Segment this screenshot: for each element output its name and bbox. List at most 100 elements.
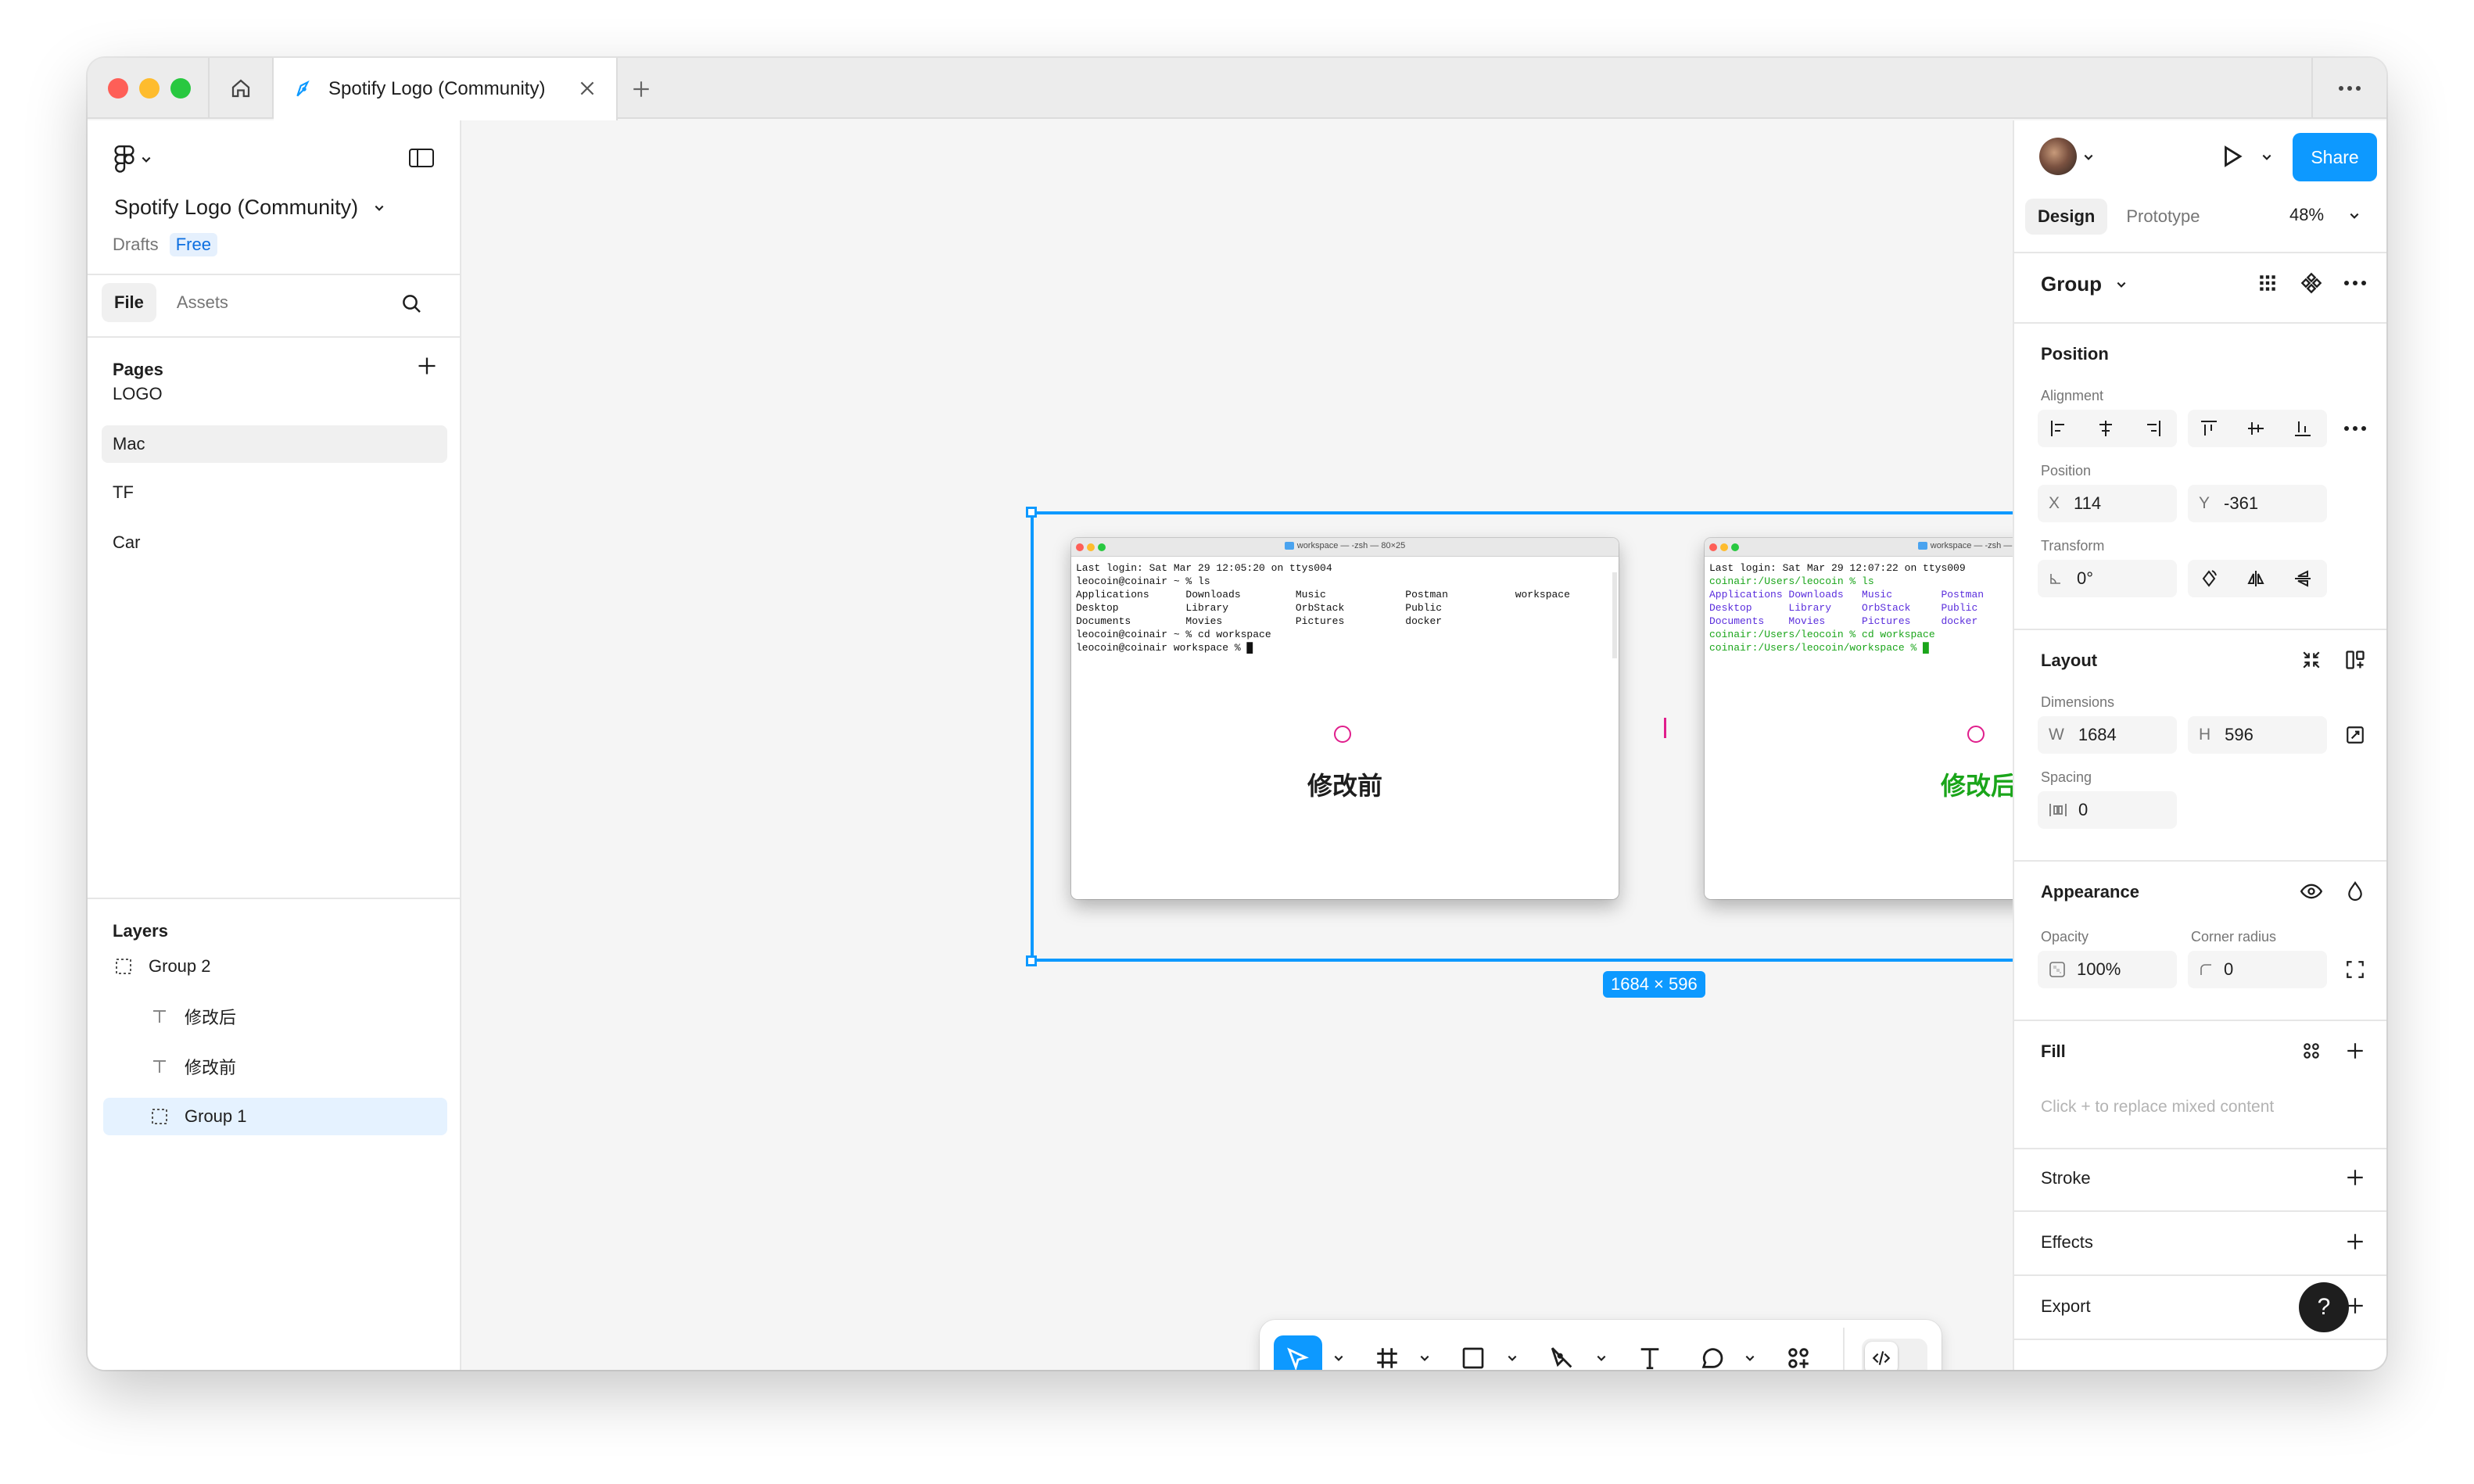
fill-styles-button[interactable]	[2293, 1032, 2330, 1070]
sidebar-icon	[409, 149, 434, 167]
flip-horizontal-icon[interactable]	[2246, 569, 2266, 588]
new-tab-button[interactable]	[627, 75, 655, 103]
chevron-down-icon[interactable]	[2261, 152, 2272, 163]
export-heading: Export	[2041, 1296, 2091, 1316]
pen-tool-button[interactable]	[1536, 1320, 1588, 1370]
chevron-down-icon	[2350, 213, 2359, 220]
main-menu-button[interactable]	[114, 145, 152, 174]
constrain-proportions-button[interactable]	[2336, 716, 2374, 754]
terminal-before[interactable]: workspace — -zsh — 80×25 Last login: Sat…	[1071, 538, 1619, 899]
selection-type[interactable]: Group	[2041, 272, 2127, 296]
opacity-input[interactable]: 100%	[2038, 951, 2177, 988]
move-tool-button[interactable]	[1274, 1335, 1322, 1370]
independent-corners-icon	[2347, 961, 2364, 978]
more-align-options-button[interactable]	[2336, 410, 2374, 447]
drafts-label[interactable]: Drafts	[113, 235, 159, 255]
help-button[interactable]: ?	[2299, 1282, 2349, 1332]
shape-tool-button[interactable]	[1447, 1320, 1499, 1370]
resize-handle-top-left[interactable]	[1026, 507, 1037, 518]
resize-to-fit-button[interactable]	[2293, 641, 2330, 679]
corner-radius-input[interactable]: 0	[2188, 951, 2327, 988]
toggle-sidebar-button[interactable]	[408, 147, 435, 173]
zoom-level[interactable]: 48%	[2289, 205, 2360, 225]
add-fill-button[interactable]	[2336, 1032, 2374, 1070]
before-label[interactable]: 修改前	[1071, 766, 1619, 802]
page-item-mac[interactable]: Mac	[102, 425, 447, 463]
code-icon	[1872, 1351, 1891, 1365]
rotate-90-icon[interactable]	[2199, 569, 2219, 588]
shape-tool-menu[interactable]	[1502, 1320, 1522, 1370]
page-item-car[interactable]: Car	[102, 524, 447, 561]
home-tab[interactable]	[208, 58, 274, 119]
frame-tool-button[interactable]	[1361, 1320, 1413, 1370]
terminal-scrollbar[interactable]	[1612, 572, 1617, 658]
y-position-input[interactable]: Y -361	[2188, 485, 2327, 522]
page-item-tf[interactable]: TF	[102, 474, 447, 511]
create-component-button[interactable]	[2293, 264, 2330, 302]
blend-mode-button[interactable]	[2336, 873, 2374, 910]
present-button[interactable]	[2219, 142, 2246, 174]
divider	[2014, 1339, 2386, 1340]
tab-assets[interactable]: Assets	[164, 283, 241, 322]
height-input[interactable]: H 596	[2188, 716, 2327, 754]
close-window-button[interactable]	[108, 78, 128, 99]
more-options-button[interactable]	[2336, 264, 2374, 302]
file-name[interactable]: Spotify Logo (Community)	[114, 195, 385, 220]
canvas[interactable]: 1684 × 596 workspace — -zsh — 80×25 Last…	[461, 120, 2299, 1370]
add-effect-button[interactable]	[2336, 1223, 2374, 1260]
rotation-value: 0°	[2077, 568, 2094, 588]
file-tab[interactable]: Spotify Logo (Community)	[274, 58, 618, 120]
tab-design[interactable]: Design	[2025, 199, 2108, 235]
zoom-window-button[interactable]	[170, 78, 191, 99]
align-horizontal-center-icon[interactable]	[2096, 419, 2116, 438]
tab-file[interactable]: File	[102, 283, 156, 322]
close-tab-icon[interactable]	[577, 78, 597, 99]
layer-row-text-before[interactable]: 修改前	[145, 1048, 447, 1085]
play-icon	[2225, 145, 2243, 167]
minimize-window-button[interactable]	[139, 78, 160, 99]
plan-badge[interactable]: Free	[169, 233, 217, 256]
align-top-icon[interactable]	[2199, 419, 2219, 438]
actions-tool-button[interactable]	[1773, 1320, 1824, 1370]
layer-row-text-after[interactable]: 修改后	[145, 998, 447, 1035]
pen-tool-menu[interactable]	[1591, 1320, 1612, 1370]
rotation-input[interactable]: 0°	[2038, 560, 2177, 597]
chevron-down-icon[interactable]	[2083, 152, 2094, 163]
toggle-visibility-button[interactable]	[2293, 873, 2330, 910]
move-tool-menu[interactable]	[1328, 1320, 1349, 1370]
text-layer-icon	[153, 1060, 166, 1073]
independent-corners-button[interactable]	[2336, 951, 2374, 988]
x-position-input[interactable]: X 114	[2038, 485, 2177, 522]
title-bar: Spotify Logo (Community)	[88, 58, 2386, 120]
user-avatar[interactable]	[2039, 138, 2077, 175]
share-button[interactable]: Share	[2293, 133, 2377, 181]
flip-vertical-icon[interactable]	[2293, 569, 2313, 588]
add-auto-layout-button[interactable]	[2336, 641, 2374, 679]
page-item-logo[interactable]: LOGO	[102, 375, 447, 413]
text-icon	[1640, 1348, 1659, 1370]
layer-row-group-1[interactable]: Group 1	[103, 1098, 447, 1135]
align-bottom-icon[interactable]	[2293, 419, 2313, 438]
add-stroke-button[interactable]	[2336, 1159, 2374, 1196]
align-right-icon[interactable]	[2142, 419, 2163, 438]
search-layers-button[interactable]	[400, 292, 424, 320]
frame-tool-menu[interactable]	[1414, 1320, 1435, 1370]
width-input[interactable]: W 1684	[2038, 716, 2177, 754]
text-tool-button[interactable]	[1624, 1320, 1676, 1370]
comment-tool-button[interactable]	[1687, 1320, 1738, 1370]
terminal-line: leocoin@coinair ~ % ls	[1076, 575, 1210, 587]
terminal-line: Desktop Library OrbStack Public	[1076, 602, 1443, 614]
resize-handle-bottom-left[interactable]	[1026, 955, 1037, 966]
layer-row-group-2[interactable]: Group 2	[109, 948, 447, 985]
horizontal-align-group	[2038, 410, 2177, 447]
spacing-input[interactable]: 0	[2038, 791, 2177, 829]
align-left-icon[interactable]	[2049, 419, 2069, 438]
dev-mode-toggle[interactable]	[1862, 1339, 1927, 1370]
plus-icon	[2347, 1043, 2363, 1059]
window-menu-button[interactable]	[2311, 58, 2386, 119]
grid-layout-button[interactable]	[2249, 264, 2286, 302]
align-vertical-center-icon[interactable]	[2246, 419, 2266, 438]
comment-tool-menu[interactable]	[1740, 1320, 1760, 1370]
tab-prototype[interactable]: Prototype	[2114, 199, 2212, 235]
left-panel-tabs: File Assets	[102, 283, 241, 322]
